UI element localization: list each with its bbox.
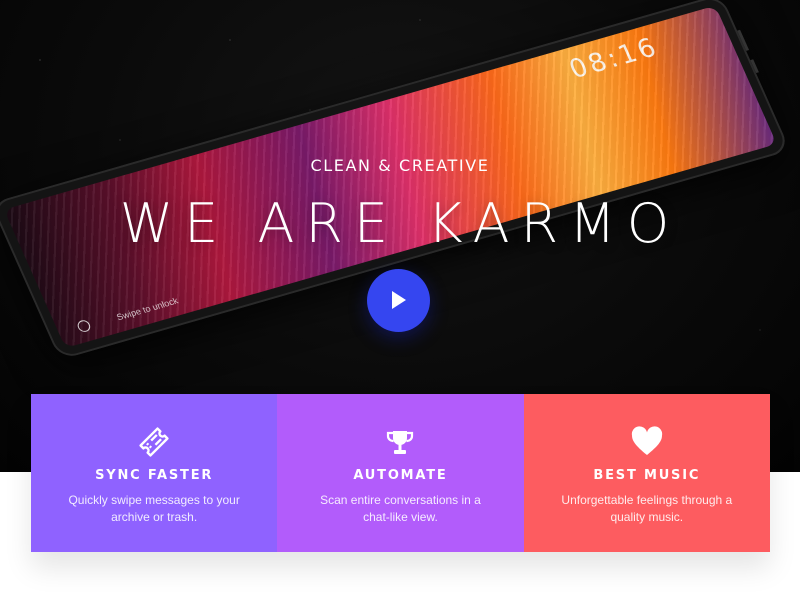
play-icon: [392, 291, 406, 309]
feature-title: BEST MUSIC: [593, 468, 701, 483]
feature-card-sync-faster: SYNC FASTER Quickly swipe messages to yo…: [31, 394, 278, 552]
feature-card-best-music: BEST MUSIC Unforgettable feelings throug…: [523, 394, 770, 552]
hero-title: WE ARE KARMO: [119, 192, 681, 255]
heart-icon: [630, 425, 664, 459]
feature-title: SYNC FASTER: [95, 468, 214, 483]
trophy-icon: [383, 425, 417, 459]
hero-subtitle: CLEAN & CREATIVE: [310, 156, 490, 175]
features-row: SYNC FASTER Quickly swipe messages to yo…: [31, 394, 770, 552]
feature-card-automate: AUTOMATE Scan entire conversations in a …: [277, 394, 524, 552]
feature-title: AUTOMATE: [353, 468, 448, 483]
play-video-button[interactable]: [367, 269, 430, 332]
feature-description: Unforgettable feelings through a quality…: [561, 493, 733, 524]
feature-description: Scan entire conversations in a chat-like…: [320, 493, 481, 524]
feature-description: Quickly swipe messages to your archive o…: [68, 493, 240, 524]
ticket-icon: [137, 425, 171, 459]
